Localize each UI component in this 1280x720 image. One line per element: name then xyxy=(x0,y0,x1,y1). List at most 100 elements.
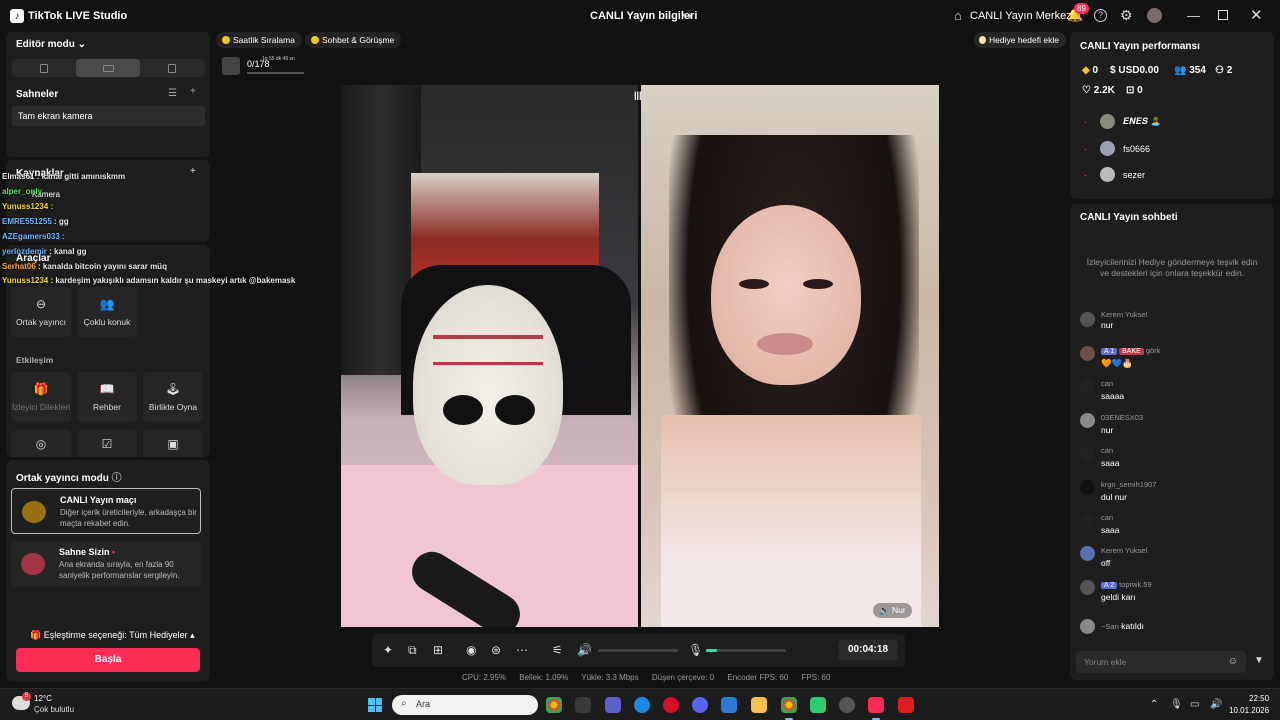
chevron-up-icon[interactable]: ⌃ xyxy=(1150,699,1158,710)
more-tool-3[interactable]: ▣ xyxy=(143,430,203,457)
youtube-icon[interactable] xyxy=(898,697,914,713)
speaker-icon[interactable]: 🔊 xyxy=(577,643,592,657)
store-icon[interactable] xyxy=(575,697,591,713)
search-label: Ara xyxy=(416,699,431,709)
microphone-icon[interactable]: 🎙 xyxy=(1170,699,1183,710)
guest-volume-chip[interactable]: 🔈 Nur xyxy=(873,603,912,618)
chat-meet-chip[interactable]: Sohbet & Görüşme xyxy=(305,32,402,48)
cohost-tool[interactable]: ⊖ Ortak yayıncı xyxy=(11,287,71,337)
more-tool-1[interactable]: ◎ xyxy=(11,430,71,457)
chrome-icon[interactable] xyxy=(781,697,797,713)
option-desc: Diğer içerik üreticileriyle, arkadaşça b… xyxy=(60,508,197,528)
pairing-option-dropdown[interactable]: 🎁 Eşleştirme seçeneği: Tüm Hediyeler ▴ xyxy=(30,630,195,641)
record-icon[interactable]: ◉ xyxy=(466,643,476,657)
ranking-row[interactable]: - fs0666 xyxy=(1084,141,1150,156)
guide-tool[interactable]: 📖 Rehber xyxy=(77,372,137,422)
add-media-icon[interactable]: ⊞ xyxy=(433,643,443,657)
stage-yours-option[interactable]: Sahne Sizin • Ana ekranda sırayla, en fa… xyxy=(11,541,201,587)
opera-icon[interactable] xyxy=(663,697,679,713)
avatar xyxy=(1100,167,1115,182)
skull-mask xyxy=(413,285,563,485)
send-icon[interactable]: ▼ xyxy=(1254,655,1264,666)
minimize-icon[interactable]: — xyxy=(1187,8,1200,23)
overlay-chat-line: EMRE551255 : gg xyxy=(2,217,69,226)
teams-icon[interactable] xyxy=(605,697,621,713)
chat-username: ~Sarı katıldı xyxy=(1101,621,1144,631)
help-icon[interactable]: ? xyxy=(1094,9,1107,22)
chat-text: dul nur xyxy=(1101,492,1127,502)
hourly-ranking-chip[interactable]: Saatlik Sıralama xyxy=(216,32,302,48)
gear-icon[interactable]: ⚙ xyxy=(1120,7,1133,24)
scene-list-icon[interactable]: ☰ xyxy=(168,88,177,99)
dual-tab[interactable] xyxy=(140,59,204,77)
level-badge: A 1 xyxy=(1101,348,1118,355)
ranking-row[interactable]: - sezer xyxy=(1084,167,1145,182)
mail-icon[interactable] xyxy=(721,697,737,713)
mic-volume-slider[interactable] xyxy=(706,649,786,652)
more-tool-2[interactable]: ☑ xyxy=(77,430,137,457)
viewers-icon: 👥 xyxy=(1174,65,1187,76)
maximize-icon[interactable] xyxy=(1218,10,1228,20)
app-title: TikTok LIVE Studio xyxy=(28,10,128,22)
close-icon[interactable]: ✕ xyxy=(1250,6,1263,24)
clock-time[interactable]: 22:50 xyxy=(1249,694,1269,703)
play-together-tool[interactable]: 🕹 Birlikte Oyna xyxy=(143,372,203,422)
ranking-row[interactable]: - 𝑬𝑵𝑬𝑺 🏝️ xyxy=(1084,114,1162,129)
avatar xyxy=(1100,114,1115,129)
live-match-option[interactable]: CANLI Yayın maçı Diğer içerik üreticiler… xyxy=(11,488,201,534)
checklist-icon: ☑ xyxy=(101,436,113,451)
more-icon[interactable]: ⋯ xyxy=(516,643,528,657)
folder-icon[interactable] xyxy=(751,697,767,713)
speaker-icon: 🔈 xyxy=(879,605,890,615)
app-icon[interactable] xyxy=(839,697,855,713)
clock-date[interactable]: 10.01.2026 xyxy=(1229,706,1269,715)
add-scene-icon[interactable]: + xyxy=(190,86,196,97)
emoji-icon[interactable]: ☺ xyxy=(1228,656,1238,667)
overlay-chat-name: Yunuss1234 xyxy=(2,276,49,285)
add-user-icon: ⚇ xyxy=(1215,65,1224,76)
viewer-wishes-tool[interactable]: 🎁 İzleyici Dilekleri xyxy=(11,372,71,422)
gift-goal-button[interactable]: Hediye hedefi ekle xyxy=(974,32,1066,48)
comment-input[interactable]: Yorum ekle ☺ xyxy=(1076,651,1246,673)
screen-capture-icon[interactable]: ⧉ xyxy=(408,643,417,658)
chip-label: Sohbet & Görüşme xyxy=(322,35,395,45)
windows-start-icon[interactable] xyxy=(368,698,382,712)
chip-label: Hediye hedefi ekle xyxy=(989,35,1059,45)
app-icon[interactable] xyxy=(810,697,826,713)
magic-wand-icon[interactable]: ✦ xyxy=(383,643,393,657)
volume-icon[interactable]: 🔊 xyxy=(1210,699,1222,710)
sliders-icon[interactable]: ⚟ xyxy=(552,643,563,657)
landscape-tab[interactable] xyxy=(76,59,140,77)
chat-text: saaa xyxy=(1101,458,1120,468)
help-icon[interactable]: ⓘ xyxy=(112,473,122,484)
live-center-button[interactable]: CANLI Yayın Merkezi xyxy=(970,10,1074,22)
discord-icon[interactable] xyxy=(692,697,708,713)
orientation-tabs xyxy=(12,59,205,77)
start-button[interactable]: Başla xyxy=(16,648,200,672)
tiktok-icon[interactable] xyxy=(868,697,884,713)
live-preview[interactable]: ||| 🔈 Nur xyxy=(341,85,939,627)
home-icon[interactable]: ⌂ xyxy=(954,8,962,23)
profile-avatar[interactable] xyxy=(1147,8,1162,23)
portrait-tab[interactable] xyxy=(12,59,76,77)
chat-username: can xyxy=(1101,513,1114,522)
microphone-icon[interactable]: 🎙 xyxy=(688,643,703,657)
share-icon[interactable]: ↪ xyxy=(682,9,692,23)
display-icon[interactable]: ▭ xyxy=(1190,699,1199,710)
scene-item[interactable]: Tam ekran kamera xyxy=(12,106,205,126)
editor-mode-dropdown[interactable]: Editör modu ⌄ xyxy=(16,39,86,50)
avatar xyxy=(1100,141,1115,156)
camera-settings-icon[interactable]: ⊛ xyxy=(491,643,501,657)
multi-guest-tool[interactable]: 👥 Çoklu konuk xyxy=(77,287,137,337)
edge-icon[interactable] xyxy=(634,697,650,713)
diamond-icon: ◆ xyxy=(1082,65,1090,76)
taskbar-search[interactable]: ⌕ Ara xyxy=(392,695,538,715)
speaker-volume-slider[interactable] xyxy=(598,649,678,652)
chrome-icon[interactable] xyxy=(546,697,562,713)
add-source-icon[interactable]: + xyxy=(190,166,196,177)
chat-username: krgn_semih1907 xyxy=(1101,480,1157,489)
diamonds-value: 0 xyxy=(1092,65,1099,76)
ranking-name: fs0666 xyxy=(1123,143,1151,154)
chat-text: 🧡💙🎂 xyxy=(1101,358,1133,368)
pairing-label: Eşleştirme seçeneği: Tüm Hediyeler xyxy=(43,630,188,640)
